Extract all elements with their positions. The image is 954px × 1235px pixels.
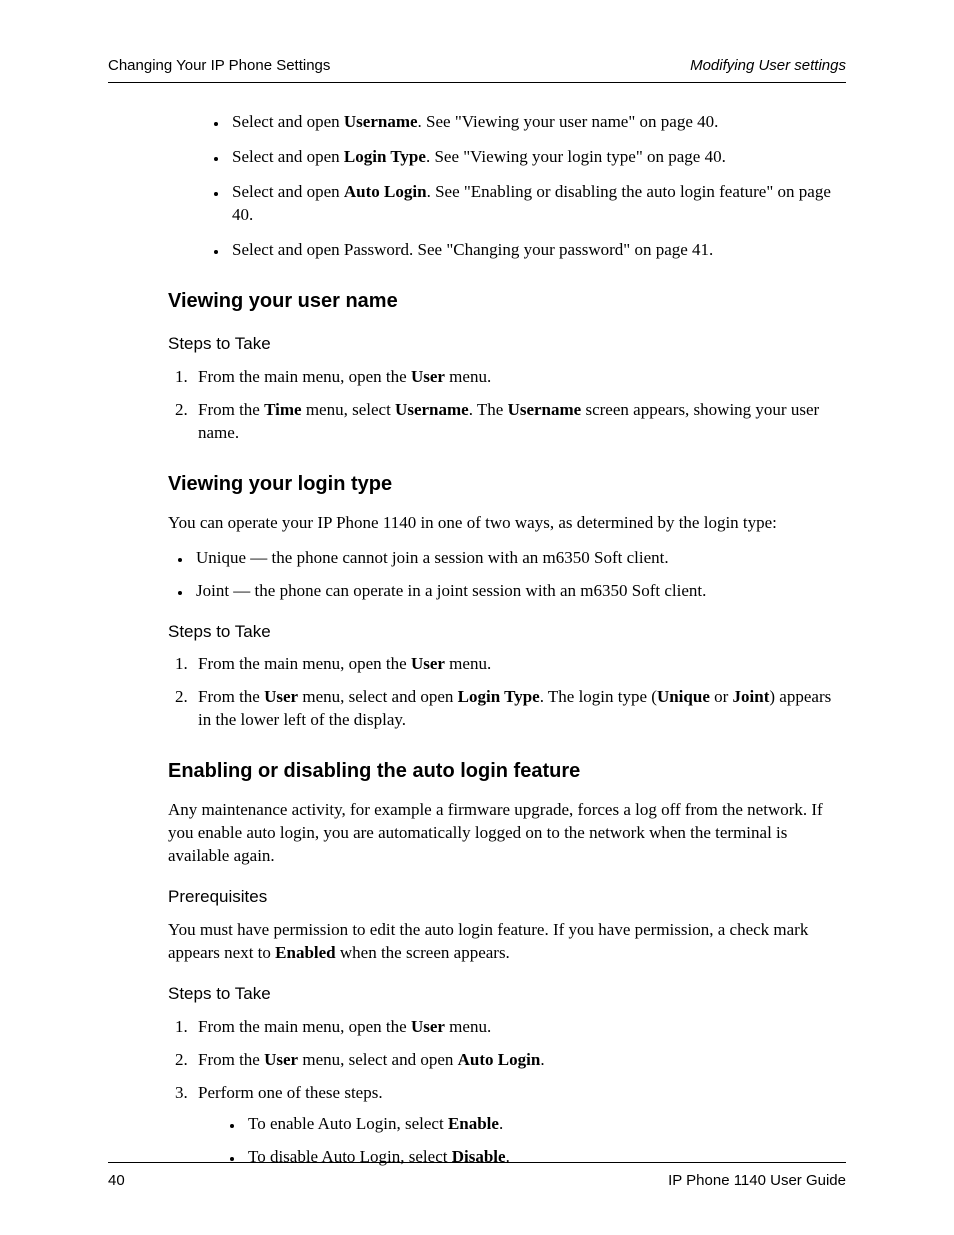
section2-steps-label: Steps to Take (168, 621, 846, 644)
section3-prereq-label: Prerequisites (168, 886, 846, 909)
running-header: Changing Your IP Phone Settings Modifyin… (108, 56, 846, 83)
step-item: From the main menu, open the User menu. (192, 1016, 846, 1039)
intro-bullet-item: Select and open Auto Login. See "Enablin… (228, 181, 846, 227)
section2-intro: You can operate your IP Phone 1140 in on… (168, 512, 846, 535)
section1-steps: From the main menu, open the User menu. F… (168, 366, 846, 445)
sub-bullet-list: To enable Auto Login, select Enable.To d… (198, 1113, 846, 1169)
section2-steps: From the main menu, open the User menu. F… (168, 653, 846, 732)
running-footer: 40 IP Phone 1140 User Guide (108, 1162, 846, 1191)
bullet-item: Joint — the phone can operate in a joint… (192, 580, 846, 603)
sub-bullet-item: To enable Auto Login, select Enable. (244, 1113, 846, 1136)
section3-title: Enabling or disabling the auto login fea… (168, 758, 846, 785)
step-item: Perform one of these steps.To enable Aut… (192, 1082, 846, 1169)
page: Changing Your IP Phone Settings Modifyin… (0, 0, 954, 1235)
intro-bullet-item: Select and open Login Type. See "Viewing… (228, 146, 846, 169)
section3-intro: Any maintenance activity, for example a … (168, 799, 846, 868)
section3-steps-label: Steps to Take (168, 983, 846, 1006)
header-left: Changing Your IP Phone Settings (108, 56, 330, 76)
section1-title: Viewing your user name (168, 288, 846, 315)
step-item: From the User menu, select and open Logi… (192, 686, 846, 732)
section2-bullets: Unique — the phone cannot join a session… (168, 547, 846, 603)
step-item: From the main menu, open the User menu. (192, 366, 846, 389)
step-item: From the main menu, open the User menu. (192, 653, 846, 676)
footer-page-number: 40 (108, 1171, 125, 1191)
section3-prereq-text: You must have permission to edit the aut… (168, 919, 846, 965)
section2-title: Viewing your login type (168, 471, 846, 498)
intro-bullet-item: Select and open Password. See "Changing … (228, 239, 846, 262)
section3-steps: From the main menu, open the User menu. F… (168, 1016, 846, 1169)
intro-bullet-list: Select and open Username. See "Viewing y… (108, 111, 846, 262)
content-area: Viewing your user name Steps to Take Fro… (108, 288, 846, 1169)
footer-doc-title: IP Phone 1140 User Guide (668, 1171, 846, 1191)
step-item: From the Time menu, select Username. The… (192, 399, 846, 445)
section1-steps-label: Steps to Take (168, 333, 846, 356)
intro-bullet-item: Select and open Username. See "Viewing y… (228, 111, 846, 134)
step-item: From the User menu, select and open Auto… (192, 1049, 846, 1072)
bullet-item: Unique — the phone cannot join a session… (192, 547, 846, 570)
header-right: Modifying User settings (690, 56, 846, 76)
